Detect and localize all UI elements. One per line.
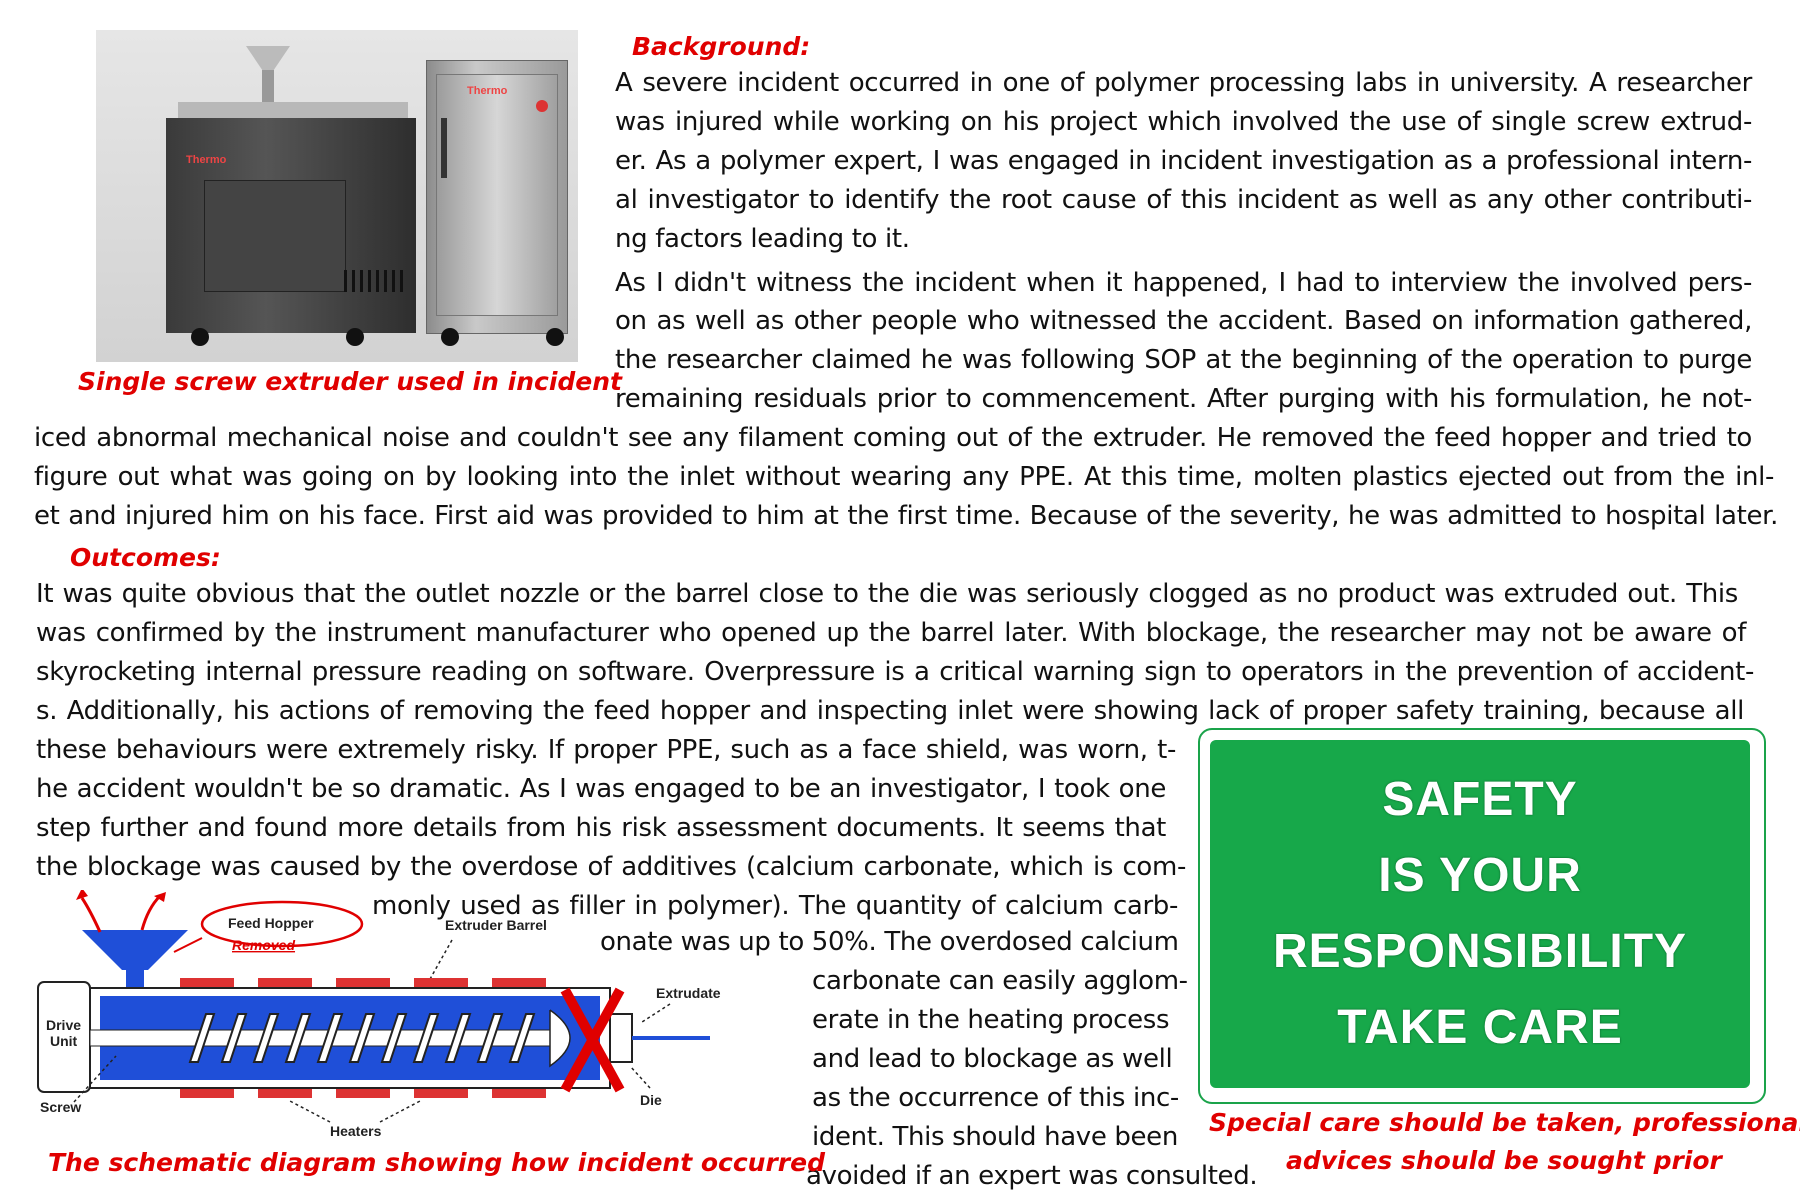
pointer-line xyxy=(641,1003,671,1023)
photo-caption: Single screw extruder used in incident xyxy=(78,367,622,396)
background-line: As I didn't witness the incident when it… xyxy=(615,268,1752,298)
outcomes-line: these behaviours were extremely risky. I… xyxy=(36,735,1176,765)
outcomes-line: was confirmed by the instrument manufact… xyxy=(36,618,1746,648)
eject-arrow xyxy=(80,897,102,933)
outcomes-line: s. Additionally, his actions of removing… xyxy=(36,696,1744,726)
heater-top xyxy=(492,978,546,988)
heaters-label: Heaters xyxy=(330,1123,382,1139)
heater-top xyxy=(414,978,468,988)
background-line: was injured while working on his project… xyxy=(615,107,1752,137)
outcomes-line: ident. This should have been xyxy=(812,1122,1178,1152)
outcomes-line: and lead to blockage as well xyxy=(812,1044,1173,1074)
outcomes-line: carbonate can easily agglom- xyxy=(812,966,1188,996)
removed-label: Removed xyxy=(232,937,295,953)
sign-line: TAKE CARE xyxy=(1337,1001,1623,1054)
brand-right: Thermo xyxy=(467,85,508,97)
background-line: al investigator to identify the root cau… xyxy=(615,185,1752,215)
background-line: the researcher claimed he was following … xyxy=(615,345,1752,375)
outcomes-line: he accident wouldn't be so dramatic. As … xyxy=(36,774,1166,804)
heater-bottom xyxy=(180,1088,234,1098)
heater-bottom xyxy=(336,1088,390,1098)
background-line: et and injured him on his face. First ai… xyxy=(34,501,1778,531)
background-line: er. As a polymer expert, I was engaged i… xyxy=(615,146,1752,176)
outcomes-line: It was quite obvious that the outlet noz… xyxy=(36,579,1738,609)
extruder-barrel-label: Extruder Barrel xyxy=(445,917,547,933)
outcomes-line: skyrocketing internal pressure reading o… xyxy=(36,657,1754,687)
wheel-icon xyxy=(346,328,364,346)
heater-bottom xyxy=(414,1088,468,1098)
extruder-control-panel xyxy=(204,180,346,292)
unit-label: Unit xyxy=(50,1033,78,1049)
heater-top xyxy=(258,978,312,988)
sign-caption-line: advices should be sought prior xyxy=(1286,1146,1722,1175)
drive-label: Drive xyxy=(46,1017,81,1033)
outcomes-line: erate in the heating process xyxy=(812,1005,1170,1035)
wheel-icon xyxy=(546,328,564,346)
die-shape xyxy=(609,1013,633,1063)
extrudate-label: Extrudate xyxy=(656,985,721,1001)
die-label: Die xyxy=(640,1092,662,1108)
wheel-icon xyxy=(441,328,459,346)
heater-top xyxy=(336,978,390,988)
emergency-button-icon xyxy=(536,100,548,112)
sign-line: RESPONSIBILITY xyxy=(1272,925,1688,978)
background-line: ng factors leading to it. xyxy=(615,224,910,254)
sign-caption-line: Special care should be taken, profession… xyxy=(1209,1108,1800,1137)
outcomes-line: step further and found more details from… xyxy=(36,813,1166,843)
background-line: figure out what was going on by looking … xyxy=(34,462,1774,492)
feed-hopper-label: Feed Hopper xyxy=(228,915,314,931)
pointer-line xyxy=(629,1065,651,1089)
brand-left: Thermo xyxy=(186,154,227,166)
extruder-schematic: Feed Hopper Removed Extruder Barrel Driv… xyxy=(37,890,721,1139)
wheel-icon xyxy=(191,328,209,346)
diagram-caption: The schematic diagram showing how incide… xyxy=(48,1148,825,1177)
heater-top xyxy=(180,978,234,988)
outcomes-heading: Outcomes: xyxy=(70,543,221,572)
extruder-photo: Thermo Thermo xyxy=(96,30,578,362)
door-handle xyxy=(441,118,447,178)
feed-hopper-shape xyxy=(82,930,188,970)
background-line: A severe incident occurred in one of pol… xyxy=(615,68,1752,98)
background-line: remaining residuals prior to commencemen… xyxy=(615,384,1752,414)
extruder-vents xyxy=(344,270,404,292)
callout-line xyxy=(173,937,203,953)
eject-arrow xyxy=(140,894,162,931)
screw-shaft xyxy=(89,1029,551,1047)
sign-line: IS YOUR xyxy=(1378,849,1582,902)
pointer-line xyxy=(379,1099,423,1123)
heater-bottom xyxy=(492,1088,546,1098)
outcomes-line: the blockage was caused by the overdose … xyxy=(36,852,1186,882)
sign-line: SAFETY xyxy=(1382,773,1578,826)
outcomes-line: avoided if an expert was consulted. xyxy=(806,1161,1258,1191)
background-line: iced abnormal mechanical noise and could… xyxy=(34,423,1752,453)
background-line: on as well as other people who witnessed… xyxy=(615,306,1752,336)
heater-bottom xyxy=(258,1088,312,1098)
pointer-line xyxy=(287,1099,331,1123)
outcomes-line: as the occurrence of this inc- xyxy=(812,1083,1179,1113)
background-heading: Background: xyxy=(632,32,811,61)
hopper-shape xyxy=(246,46,290,72)
